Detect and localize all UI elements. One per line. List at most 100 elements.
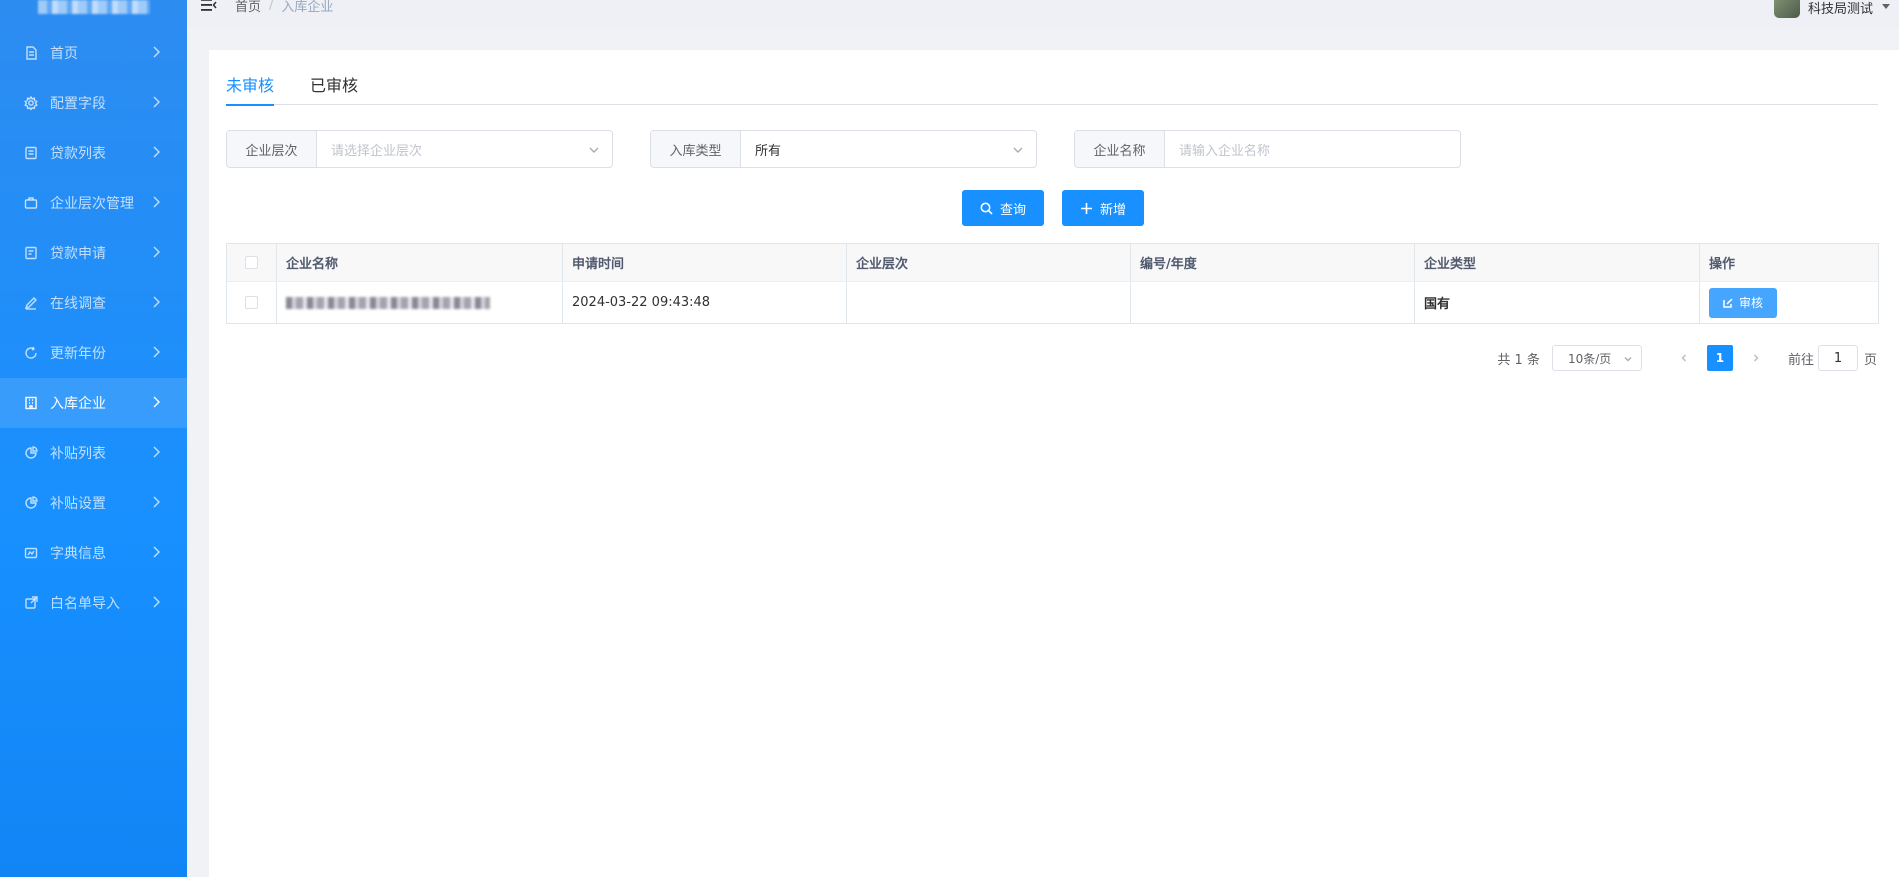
pagination-total: 共 1 条 [1497, 352, 1540, 368]
row-level [847, 282, 1131, 323]
username[interactable]: 科技局测试 [1808, 0, 1873, 17]
header-time: 申请时间 [563, 244, 847, 281]
sidebar-item-label: 贷款列表 [50, 146, 106, 162]
import-icon [24, 596, 38, 610]
sidebar-item-label: 企业层次管理 [50, 196, 134, 212]
page-size-select[interactable]: 10条/页 [1551, 345, 1642, 371]
select-all-checkbox[interactable] [245, 256, 258, 269]
chevron-right-icon [149, 545, 163, 559]
chevron-right-icon [149, 345, 163, 359]
table-row: 2024-03-22 09:43:48 国有 审核 [227, 281, 1878, 323]
filter-bar: 企业层次 请选择企业层次 入库类型 所有 企业名称 请输入企业名称 [226, 130, 1498, 168]
chevron-right-icon [149, 145, 163, 159]
enterprise-table: 企业名称 申请时间 企业层次 编号/年度 企业类型 操作 2024-03-22 … [226, 243, 1879, 324]
logo [0, 0, 187, 28]
pie-icon [24, 446, 38, 460]
chevron-right-icon [149, 395, 163, 409]
building-icon [24, 396, 38, 410]
list-icon [24, 146, 38, 160]
row-checkbox-cell [227, 282, 277, 323]
type-filter-label: 入库类型 [651, 131, 741, 167]
chevron-down-icon [1623, 353, 1633, 363]
type-filter: 入库类型 所有 [650, 130, 1037, 168]
header-checkbox-cell [227, 244, 277, 281]
sidebar-item-label: 字典信息 [50, 546, 106, 562]
sidebar-item-3[interactable]: 企业层次管理 [0, 178, 187, 228]
sidebar-item-9[interactable]: 补贴设置 [0, 478, 187, 528]
search-icon [980, 202, 993, 215]
sidebar-item-5[interactable]: 在线调查 [0, 278, 187, 328]
page-number-current[interactable]: 1 [1706, 345, 1733, 371]
type-select[interactable]: 所有 [741, 131, 1036, 167]
search-button[interactable]: 查询 [962, 190, 1044, 226]
chevron-left-icon [1681, 354, 1687, 362]
row-checkbox[interactable] [245, 296, 258, 309]
document-icon [24, 46, 38, 60]
sidebar-item-11[interactable]: 白名单导入 [0, 578, 187, 628]
sidebar-item-1[interactable]: 配置字段 [0, 78, 187, 128]
header-action: 操作 [1709, 257, 1736, 272]
sidebar-item-8[interactable]: 补贴列表 [0, 428, 187, 478]
sidebar-menu: 首页配置字段贷款列表企业层次管理贷款申请 在线调查更新年份入库企业 补贴列表 补贴设置… [0, 28, 187, 628]
chevron-right-icon [149, 595, 163, 609]
chevron-right-icon [149, 295, 163, 309]
sidebar-item-label: 配置字段 [50, 96, 106, 112]
name-input[interactable]: 请输入企业名称 [1165, 131, 1460, 167]
goto-suffix: 页 [1863, 352, 1877, 368]
breadcrumb-home[interactable]: 首页 [235, 0, 261, 15]
chevron-right-icon [149, 45, 163, 59]
next-page-button[interactable] [1743, 345, 1769, 371]
header-level: 企业层次 [847, 244, 1131, 281]
sidebar-item-0[interactable]: 首页 [0, 28, 187, 78]
row-type: 国有 [1415, 282, 1700, 323]
sidebar-item-4[interactable]: 贷款申请 [0, 228, 187, 278]
sidebar-item-10[interactable]: 字典信息 [0, 528, 187, 578]
plus-icon [1080, 202, 1092, 214]
search-button-label: 查询 [999, 202, 1026, 218]
add-button[interactable]: 新增 [1062, 190, 1144, 226]
prev-page-button[interactable] [1671, 345, 1697, 371]
name-input-placeholder: 请输入企业名称 [1179, 143, 1271, 159]
level-filter: 企业层次 请选择企业层次 [226, 130, 613, 168]
tab-unreviewed[interactable]: 未审核 [226, 75, 275, 106]
edit-icon [24, 296, 38, 310]
tab-reviewed[interactable]: 已审核 [310, 75, 358, 105]
hamburger-icon[interactable] [201, 0, 217, 11]
sidebar: 首页配置字段贷款列表企业层次管理贷款申请 在线调查更新年份入库企业 补贴列表 补贴设置… [0, 0, 187, 877]
header-type: 企业类型 [1415, 244, 1700, 281]
chevron-right-icon [149, 445, 163, 459]
briefcase-icon [24, 196, 38, 210]
chevron-down-icon [588, 144, 600, 156]
goto-page-input[interactable]: 1 [1817, 345, 1858, 371]
settings-icon [24, 96, 38, 110]
header-number: 编号/年度 [1131, 244, 1415, 281]
chevron-right-icon [1753, 354, 1759, 362]
redacted-name [286, 296, 490, 309]
refresh-icon [24, 346, 38, 360]
add-button-label: 新增 [1099, 202, 1126, 218]
avatar[interactable] [1773, 0, 1800, 18]
row-time: 2024-03-22 09:43:48 [563, 282, 847, 323]
action-buttons: 查询 新增 [962, 190, 1144, 226]
sidebar-item-label: 白名单导入 [50, 596, 120, 612]
level-filter-label: 企业层次 [227, 131, 317, 167]
chevron-right-icon [149, 95, 163, 109]
main-panel: 未审核 已审核 企业层次 请选择企业层次 入库类型 所有 企业名称 请输入企业名… [209, 50, 1899, 877]
pie-icon [24, 496, 38, 510]
breadcrumb-current: 入库企业 [281, 0, 334, 15]
sidebar-item-7[interactable]: 入库企业 [0, 378, 187, 428]
audit-button[interactable]: 审核 [1709, 287, 1777, 318]
table-header: 企业名称 申请时间 企业层次 编号/年度 企业类型 操作 [227, 244, 1878, 281]
edit-icon [1723, 297, 1733, 308]
name-filter: 企业名称 请输入企业名称 [1074, 130, 1461, 168]
level-select-placeholder: 请选择企业层次 [331, 143, 423, 159]
pagination: 共 1 条 10条/页 1 前往 1 页 [1497, 345, 1877, 371]
user-menu[interactable]: 科技局测试 [1773, 0, 1891, 18]
sidebar-item-6[interactable]: 更新年份 [0, 328, 187, 378]
sidebar-item-2[interactable]: 贷款列表 [0, 128, 187, 178]
status-tabs: 未审核 已审核 [226, 75, 1878, 106]
caret-down-icon[interactable] [1881, 1, 1891, 11]
sidebar-item-label: 更新年份 [50, 346, 106, 362]
level-select[interactable]: 请选择企业层次 [317, 131, 612, 167]
logo-image [37, 0, 150, 14]
